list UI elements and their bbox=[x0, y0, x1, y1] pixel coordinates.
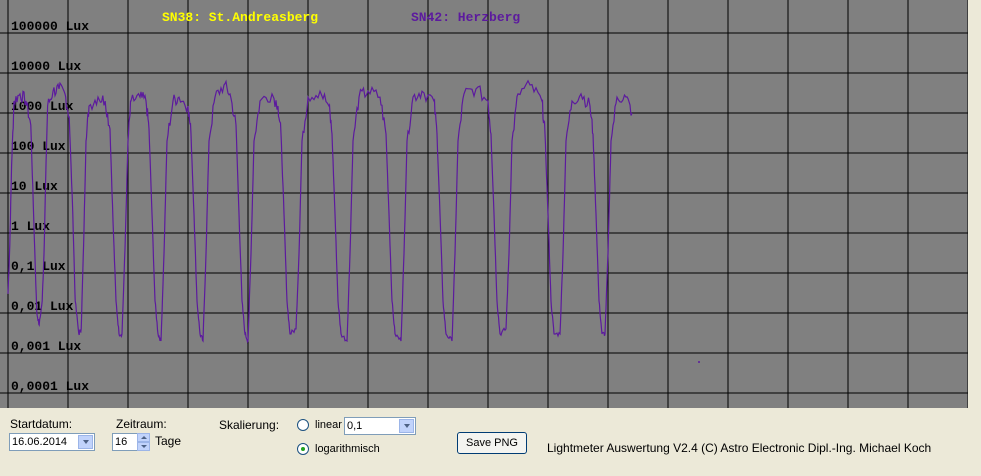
linear-label: linear bbox=[315, 419, 342, 431]
chevron-down-icon[interactable] bbox=[78, 435, 93, 449]
chevron-down-icon[interactable] bbox=[399, 419, 414, 433]
y-tick-label: 1000 Lux bbox=[11, 99, 74, 114]
linear-radio[interactable] bbox=[297, 419, 309, 431]
y-tick-label: 100000 Lux bbox=[11, 19, 89, 34]
zeitraum-input[interactable]: 16 bbox=[112, 433, 138, 451]
footer-credits: Lightmeter Auswertung V2.4 (C) Astro Ele… bbox=[547, 441, 932, 455]
logarithmic-radio[interactable] bbox=[297, 443, 309, 455]
zeitraum-value: 16 bbox=[115, 436, 128, 448]
y-tick-label: 0,0001 Lux bbox=[11, 379, 89, 394]
plot-background bbox=[0, 0, 968, 408]
startdatum-value: 16.06.2014 bbox=[12, 436, 68, 448]
zeitraum-label: Zeitraum: bbox=[116, 417, 167, 431]
legend-sn42: SN42: Herzberg bbox=[411, 10, 520, 25]
startdatum-label: Startdatum: bbox=[10, 417, 73, 431]
logarithmic-label: logarithmisch bbox=[315, 443, 380, 455]
stepper-up-icon[interactable] bbox=[137, 433, 150, 442]
stepper-down-icon[interactable] bbox=[137, 442, 150, 451]
y-tick-label: 0,1 Lux bbox=[11, 259, 66, 274]
linear-scale-select[interactable]: 0,1 bbox=[344, 417, 416, 435]
y-tick-label: 100 Lux bbox=[11, 139, 66, 154]
linear-scale-value: 0,1 bbox=[347, 420, 363, 432]
lux-chart: 100000 Lux 10000 Lux 1000 Lux 100 Lux 10 Lux… bbox=[0, 0, 968, 408]
zeitraum-unit: Tage bbox=[155, 434, 182, 448]
y-tick-label: 10000 Lux bbox=[11, 59, 81, 74]
save-png-button[interactable]: Save PNG bbox=[457, 432, 527, 454]
skalierung-label: Skalierung: bbox=[219, 418, 280, 432]
y-tick-label: 10 Lux bbox=[11, 179, 58, 194]
legend-sn38: SN38: St.Andreasberg bbox=[162, 10, 318, 25]
stray-data-point bbox=[698, 361, 700, 363]
zeitraum-stepper[interactable] bbox=[137, 433, 150, 451]
y-tick-label: 0,001 Lux bbox=[11, 339, 81, 354]
startdatum-picker[interactable]: 16.06.2014 bbox=[9, 433, 95, 451]
